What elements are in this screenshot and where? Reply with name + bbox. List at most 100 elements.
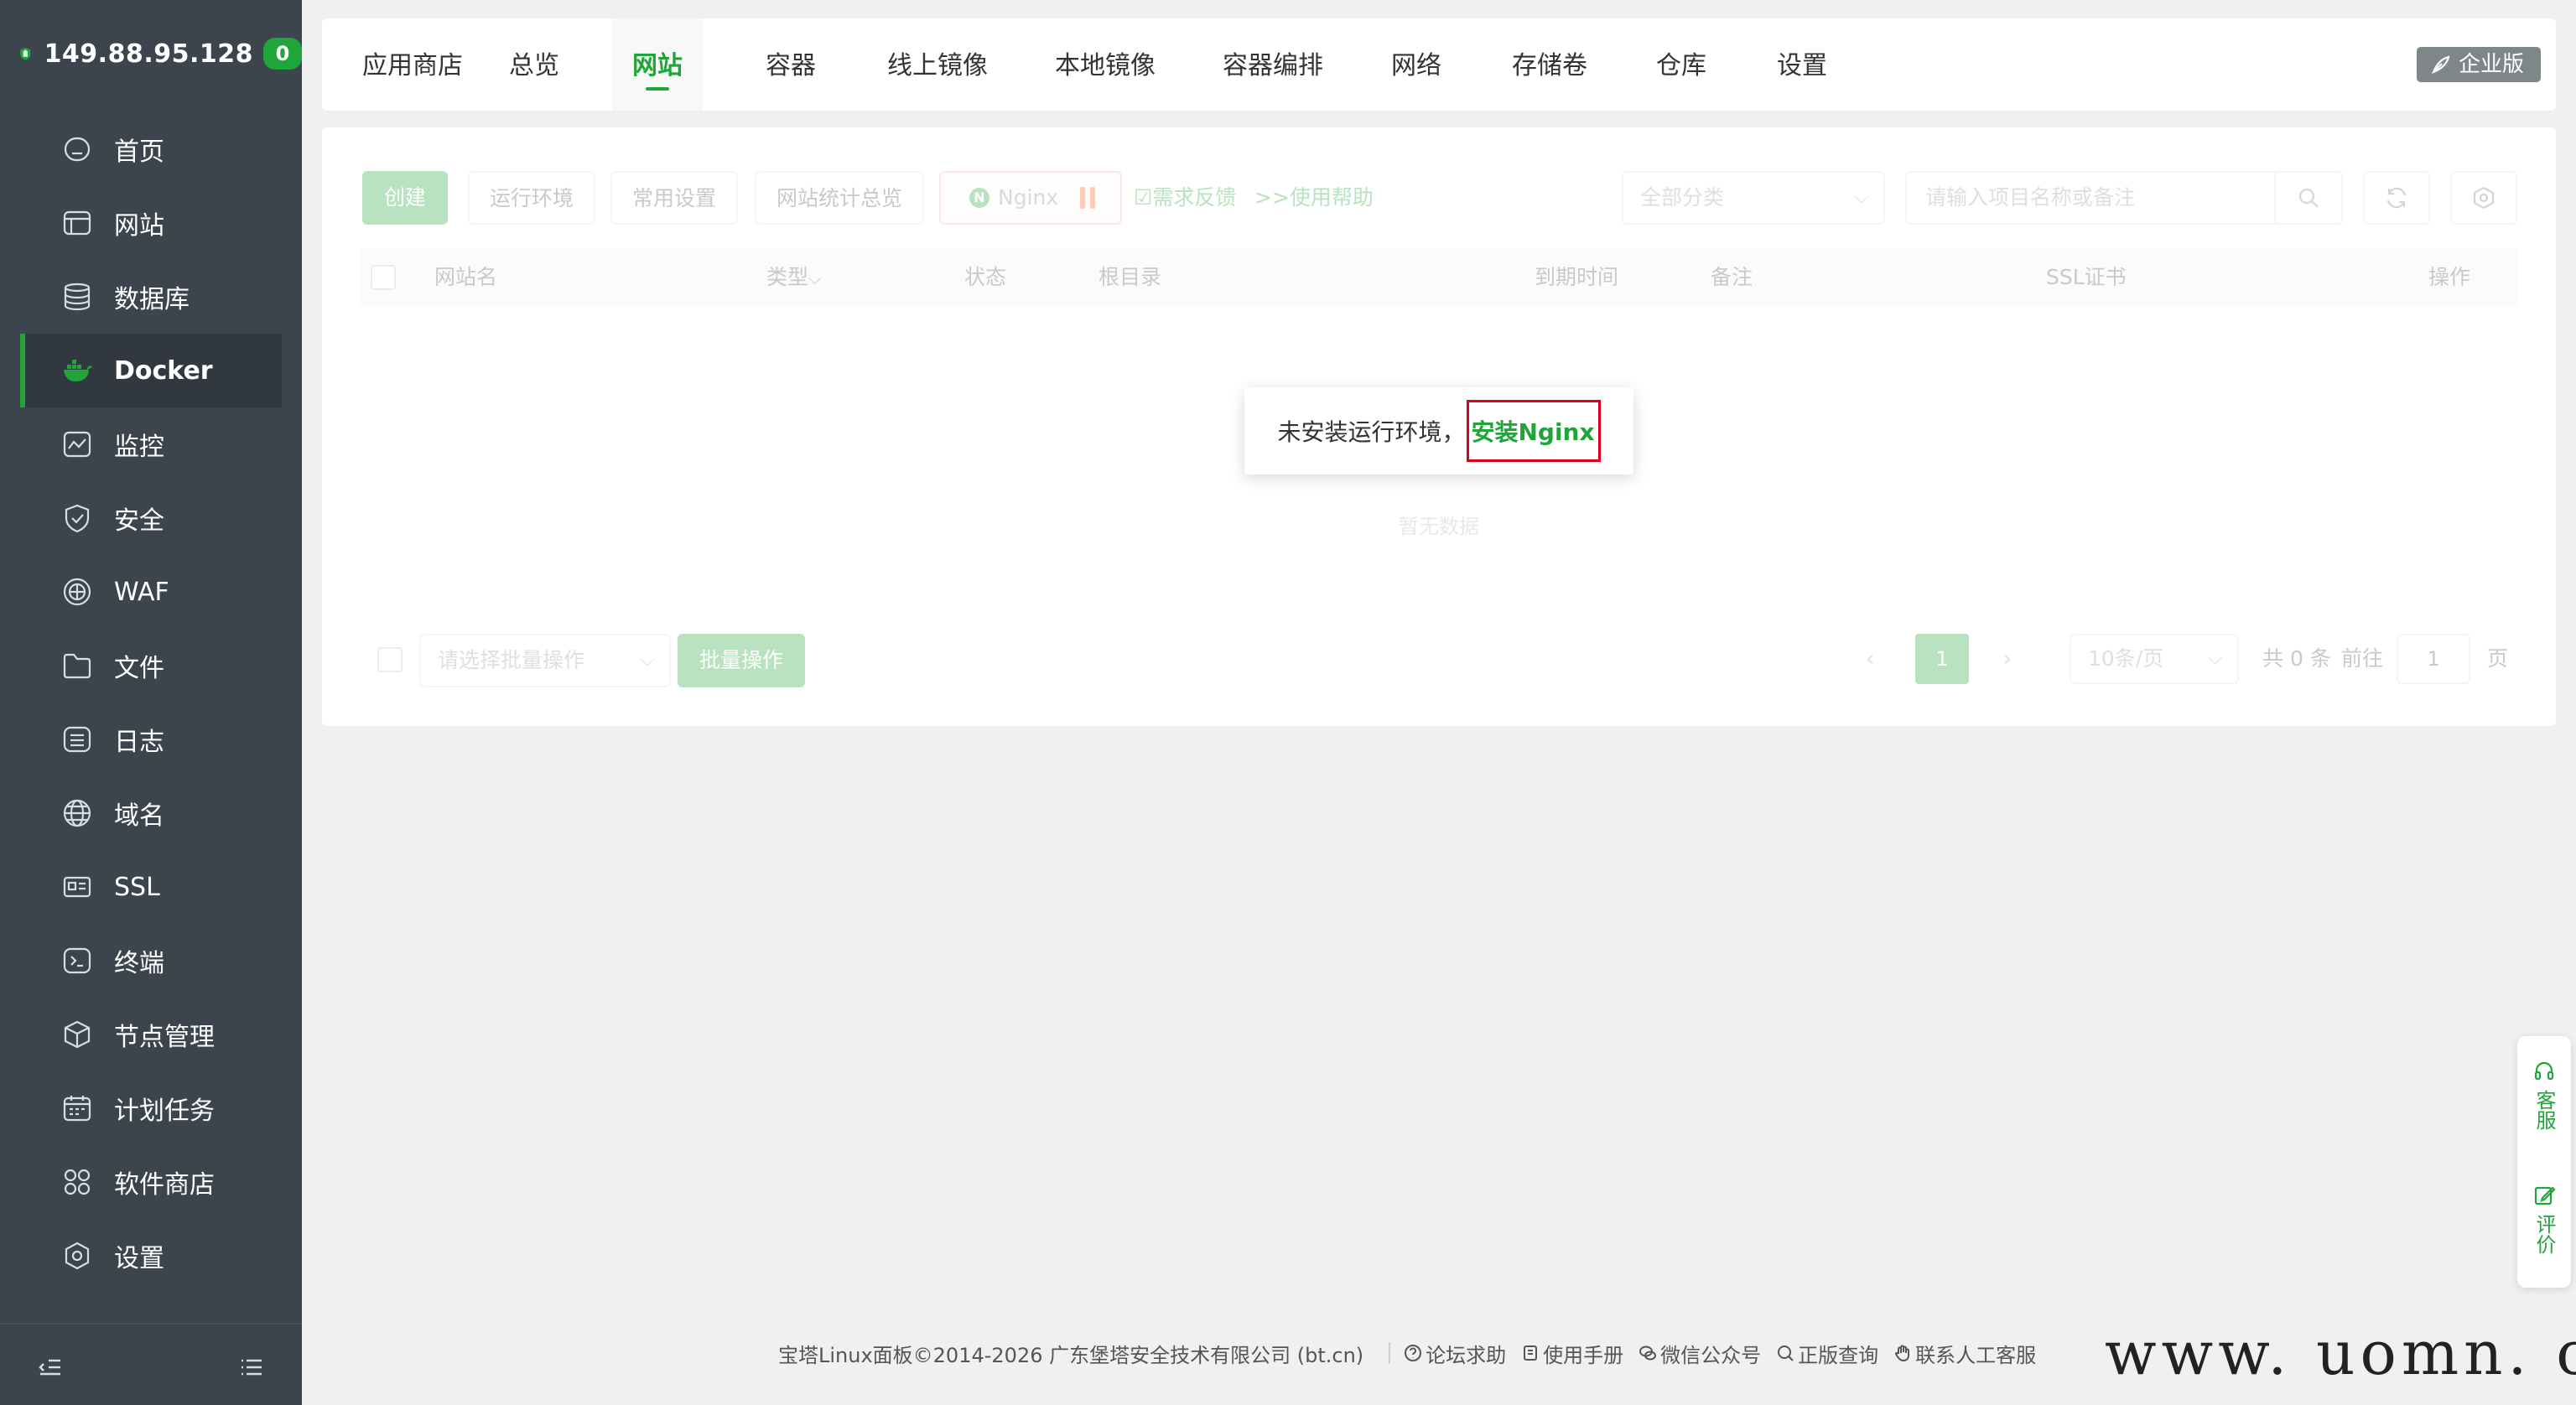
tab-overview[interactable]: 总览 <box>508 18 560 111</box>
header-type-label: 类型 <box>766 265 809 289</box>
home-icon <box>60 132 94 166</box>
header-type[interactable]: 类型⌵ <box>766 248 821 308</box>
header-expire[interactable]: 到期时间 <box>1535 248 1618 307</box>
tab-app-store[interactable]: 应用商店 <box>322 18 466 111</box>
prev-page-button[interactable]: ‹ <box>1853 634 1887 684</box>
sidebar-item-label: Docker <box>114 355 213 386</box>
contact-support-link[interactable]: 联系人工客服 <box>1893 1339 2036 1368</box>
tab-website[interactable]: 网站 <box>612 18 703 111</box>
search-input[interactable]: 请输入项目名称或备注 <box>1905 171 2343 225</box>
tab-compose[interactable]: 容器编排 <box>1223 18 1323 111</box>
enterprise-button[interactable]: 企业版 <box>2416 47 2541 82</box>
sidebar-item-home[interactable]: 首页 <box>0 112 302 186</box>
sidebar-item-label: 网站 <box>114 211 164 241</box>
sidebar-item-label: SSL <box>114 872 160 902</box>
sidebar-item-label: 安全 <box>114 506 164 536</box>
common-settings-button[interactable]: 常用设置 <box>610 171 739 225</box>
website-icon <box>60 206 94 240</box>
forum-label: 论坛求助 <box>1426 1343 1507 1367</box>
terminal-icon <box>60 944 94 977</box>
search-icon <box>1778 1345 1794 1361</box>
menu-list-icon[interactable] <box>238 1354 265 1381</box>
select-all-checkbox[interactable] <box>371 265 396 290</box>
tab-registry[interactable]: 仓库 <box>1655 18 1707 111</box>
bt-logo-icon <box>20 47 31 60</box>
sidebar-item-appstore[interactable]: 软件商店 <box>0 1145 302 1219</box>
page-number-current[interactable]: 1 <box>1915 634 1969 684</box>
settings-icon <box>60 1239 94 1273</box>
sidebar-item-website[interactable]: 网站 <box>0 186 302 260</box>
search-button[interactable] <box>2274 173 2341 223</box>
node-icon <box>60 1018 94 1051</box>
sidebar-item-database[interactable]: 数据库 <box>0 260 302 334</box>
header-status: 状态 <box>964 265 1007 289</box>
runtime-button[interactable]: 运行环境 <box>468 171 596 225</box>
sidebar-item-cron[interactable]: 计划任务 <box>0 1071 302 1145</box>
server-ip[interactable]: 149.88.95.128 <box>44 39 253 69</box>
manual-label: 使用手册 <box>1543 1343 1624 1367</box>
headset-icon <box>2534 1061 2554 1081</box>
customer-service-button[interactable]: 客服 <box>2517 1060 2571 1133</box>
feedback-link[interactable]: ☑需求反馈 <box>1134 171 1236 225</box>
sidebar-item-terminal[interactable]: 终端 <box>0 924 302 998</box>
sidebar-item-ssl[interactable]: SSL <box>0 850 302 924</box>
chevron-down-icon: ⌵ <box>1854 187 1868 208</box>
next-page-button[interactable]: › <box>1991 634 2024 684</box>
apps-icon <box>60 1165 94 1199</box>
sidebar-divider <box>0 1323 302 1325</box>
page-size-select[interactable]: 10条/页 ⌵ <box>2070 634 2239 684</box>
tab-containers[interactable]: 容器 <box>765 18 817 111</box>
sidebar-item-logs[interactable]: 日志 <box>0 702 302 776</box>
sidebar-item-waf[interactable]: WAF <box>0 555 302 629</box>
batch-select[interactable]: 请选择批量操作 ⌵ <box>419 634 671 687</box>
tab-network[interactable]: 网络 <box>1390 18 1442 111</box>
pause-icon <box>1080 187 1096 209</box>
sidebar-item-docker[interactable]: Docker <box>20 334 282 407</box>
tab-settings[interactable]: 设置 <box>1776 18 1828 111</box>
batch-checkbox[interactable] <box>377 647 402 672</box>
sidebar-item-domain[interactable]: 域名 <box>0 776 302 850</box>
site-watermark: www. uomn. cn <box>2105 1318 2576 1388</box>
tab-volumes[interactable]: 存储卷 <box>1511 18 1588 111</box>
tab-online-images[interactable]: 线上镜像 <box>887 18 988 111</box>
header-site-name[interactable]: 网站名 <box>434 248 497 307</box>
collapse-sidebar-icon[interactable] <box>37 1354 64 1381</box>
runtime-missing-tip: 未安装运行环境， 安装Nginx <box>1244 387 1633 474</box>
sidebar-item-monitor[interactable]: 监控 <box>0 407 302 481</box>
sidebar-item-label: 监控 <box>114 433 164 462</box>
customer-service-label: 客服 <box>2532 1090 2556 1130</box>
genuine-check-link[interactable]: 正版查询 <box>1776 1339 1878 1368</box>
header-ssl[interactable]: SSL证书 <box>2046 248 2127 307</box>
sidebar-item-security[interactable]: 安全 <box>0 481 302 555</box>
sidebar-item-label: WAF <box>114 577 169 607</box>
forum-link[interactable]: 论坛求助 <box>1404 1339 1506 1368</box>
search-icon <box>2298 188 2319 208</box>
folder-icon <box>60 649 94 682</box>
sidebar-item-files[interactable]: 文件 <box>0 629 302 702</box>
sidebar-item-settings[interactable]: 设置 <box>0 1219 302 1293</box>
refresh-button[interactable] <box>2363 171 2430 225</box>
sort-icon: ⌵ <box>808 268 822 288</box>
goto-label: 前往 <box>2341 646 2384 671</box>
genuine-check-label: 正版查询 <box>1798 1343 1879 1367</box>
footer-separator <box>1389 1342 1391 1364</box>
notification-badge[interactable]: 0 <box>263 38 302 70</box>
nginx-status-button[interactable]: N Nginx <box>939 171 1123 225</box>
category-select[interactable]: 全部分类 ⌵ <box>1622 171 1885 225</box>
docker-icon <box>60 354 94 387</box>
gear-icon <box>2473 186 2495 210</box>
tab-local-images[interactable]: 本地镜像 <box>1055 18 1156 111</box>
goto-page-input[interactable]: 1 <box>2397 634 2470 684</box>
wechat-link[interactable]: 微信公众号 <box>1639 1339 1761 1368</box>
manual-link[interactable]: 使用手册 <box>1521 1339 1623 1368</box>
batch-action-button[interactable]: 批量操作 <box>678 634 806 687</box>
create-button[interactable]: 创建 <box>362 171 449 225</box>
sidebar-item-label: 终端 <box>114 949 164 978</box>
review-button[interactable]: 评价 <box>2517 1184 2571 1257</box>
sidebar-item-nodes[interactable]: 节点管理 <box>0 998 302 1071</box>
install-nginx-link[interactable]: 安装Nginx <box>1467 400 1601 462</box>
site-stats-button[interactable]: 网站统计总览 <box>755 171 925 225</box>
table-settings-button[interactable] <box>2450 171 2517 225</box>
help-link[interactable]: >>使用帮助 <box>1254 171 1374 225</box>
website-panel: 创建 运行环境 常用设置 网站统计总览 N Nginx ☑需求反馈 >>使用帮助… <box>322 127 2556 726</box>
